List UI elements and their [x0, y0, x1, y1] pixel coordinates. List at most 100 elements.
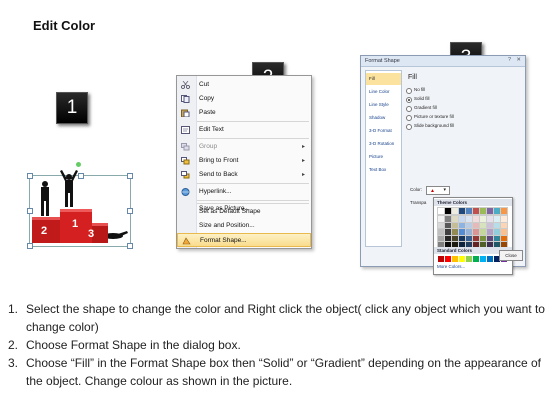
color-swatch[interactable] [479, 234, 487, 243]
nav-item-shadow[interactable]: Shadow [366, 112, 401, 124]
color-swatch[interactable] [437, 221, 445, 230]
color-swatch[interactable] [459, 256, 465, 262]
menu-item-set-default-shape[interactable]: Set as Default Shape [177, 205, 311, 219]
color-swatch[interactable] [465, 215, 473, 223]
color-swatch[interactable] [473, 256, 479, 262]
color-swatch[interactable] [479, 221, 487, 230]
color-swatch[interactable] [486, 207, 494, 215]
color-swatch[interactable] [444, 215, 452, 223]
color-swatch[interactable] [451, 234, 459, 243]
podium-graphic[interactable]: 2 1 3 [25, 162, 133, 249]
color-swatch[interactable] [479, 228, 487, 236]
color-swatch[interactable] [486, 234, 494, 243]
color-swatch[interactable] [472, 207, 480, 215]
dialog-nav-list: Fill Line Color Line Style Shadow 3-D Fo… [365, 70, 402, 247]
color-swatch[interactable] [493, 215, 501, 223]
menu-item-cut[interactable]: Cut [177, 78, 311, 92]
radio-no-fill[interactable]: No fill [406, 86, 486, 94]
menu-separator [197, 203, 309, 204]
color-swatch[interactable] [458, 207, 466, 215]
color-swatch[interactable] [437, 207, 445, 215]
menu-item-label: Format Shape... [200, 237, 247, 244]
color-swatch[interactable] [500, 221, 508, 230]
menu-separator [197, 138, 309, 139]
nav-item-3d-rotation[interactable]: 3-D Rotation [366, 138, 401, 150]
nav-item-text-box[interactable]: Text Box [366, 164, 401, 176]
color-swatch[interactable] [466, 256, 472, 262]
color-picker-button[interactable]: ▲ ▾ [426, 186, 450, 195]
nav-item-3d-format[interactable]: 3-D Format [366, 125, 401, 137]
color-swatch[interactable] [458, 228, 466, 236]
color-swatch[interactable] [437, 234, 445, 243]
menu-item-copy[interactable]: Copy [177, 92, 311, 106]
menu-item-hyperlink[interactable]: Hyperlink... [177, 185, 311, 199]
color-swatch[interactable] [479, 215, 487, 223]
menu-item-bring-to-front[interactable]: Bring to Front ▸ [177, 154, 311, 168]
color-swatch[interactable] [493, 221, 501, 230]
color-swatch[interactable] [451, 221, 459, 230]
color-swatch[interactable] [493, 207, 501, 215]
color-swatch[interactable] [445, 256, 451, 262]
color-swatch[interactable] [465, 207, 473, 215]
color-swatch[interactable] [465, 221, 473, 230]
more-colors-link[interactable]: More Colors... [437, 264, 465, 269]
menu-item-send-to-back[interactable]: Send to Back ▸ [177, 168, 311, 182]
color-swatch[interactable] [500, 207, 508, 215]
color-swatch[interactable] [479, 207, 487, 215]
menu-item-label: Edit Text [199, 126, 224, 133]
color-swatch[interactable] [472, 234, 480, 243]
color-swatch[interactable] [486, 221, 494, 230]
color-swatch[interactable] [438, 256, 444, 262]
color-swatch[interactable] [451, 207, 459, 215]
nav-item-line-color[interactable]: Line Color [366, 86, 401, 98]
radio-solid-fill[interactable]: Solid fill [406, 95, 486, 103]
color-swatch[interactable] [500, 228, 508, 236]
color-swatch[interactable] [500, 234, 508, 243]
nav-item-line-style[interactable]: Line Style [366, 99, 401, 111]
color-swatch[interactable] [472, 228, 480, 236]
color-swatch[interactable] [486, 228, 494, 236]
help-icon[interactable]: ? [508, 57, 511, 63]
color-swatch[interactable] [444, 207, 452, 215]
close-icon[interactable]: ✕ [516, 57, 521, 63]
color-swatch[interactable] [458, 215, 466, 223]
nav-item-fill[interactable]: Fill [366, 73, 401, 85]
nav-item-picture[interactable]: Picture [366, 151, 401, 163]
color-swatch[interactable] [472, 215, 480, 223]
instruction-step: 2. Choose Format Shape in the dialog box. [8, 338, 241, 352]
color-swatch[interactable] [451, 215, 459, 223]
color-swatch[interactable] [500, 215, 508, 223]
radio-slide-background-fill[interactable]: Slide background fill [406, 122, 486, 130]
color-swatch[interactable] [465, 228, 473, 236]
menu-item-group[interactable]: Group ▸ [177, 140, 311, 154]
color-swatch[interactable] [458, 234, 466, 243]
paint-bucket-icon: ▲ [430, 188, 435, 194]
color-swatch[interactable] [458, 221, 466, 230]
color-swatch[interactable] [437, 215, 445, 223]
color-swatch[interactable] [486, 215, 494, 223]
color-swatch[interactable] [493, 234, 501, 243]
close-button[interactable]: Close [499, 250, 523, 261]
color-swatch[interactable] [465, 234, 473, 243]
color-swatch[interactable] [444, 228, 452, 236]
instruction-step: 1. Select the shape to change the color a… [8, 302, 545, 334]
instruction-step: 3. Choose “Fill” in the Format Shape box … [8, 356, 541, 388]
color-swatch[interactable] [444, 234, 452, 243]
color-swatch[interactable] [437, 228, 445, 236]
submenu-arrow-icon: ▸ [301, 172, 305, 178]
color-swatch[interactable] [493, 228, 501, 236]
color-swatch[interactable] [452, 256, 458, 262]
radio-gradient-fill[interactable]: Gradient fill [406, 104, 486, 112]
color-swatch[interactable] [480, 256, 486, 262]
menu-item-size-position[interactable]: Size and Position... [177, 219, 311, 233]
menu-item-format-shape[interactable]: Format Shape... [177, 233, 311, 247]
color-swatch[interactable] [472, 221, 480, 230]
menu-item-paste[interactable]: Paste [177, 106, 311, 120]
color-swatch[interactable] [444, 221, 452, 230]
color-swatch[interactable] [487, 256, 493, 262]
radio-picture-fill[interactable]: Picture or texture fill [406, 113, 486, 121]
menu-item-label: Size and Position... [199, 222, 255, 229]
color-swatch[interactable] [451, 228, 459, 236]
menu-item-edit-text[interactable]: Edit Text [177, 123, 311, 137]
chevron-down-icon: ▾ [443, 187, 446, 193]
